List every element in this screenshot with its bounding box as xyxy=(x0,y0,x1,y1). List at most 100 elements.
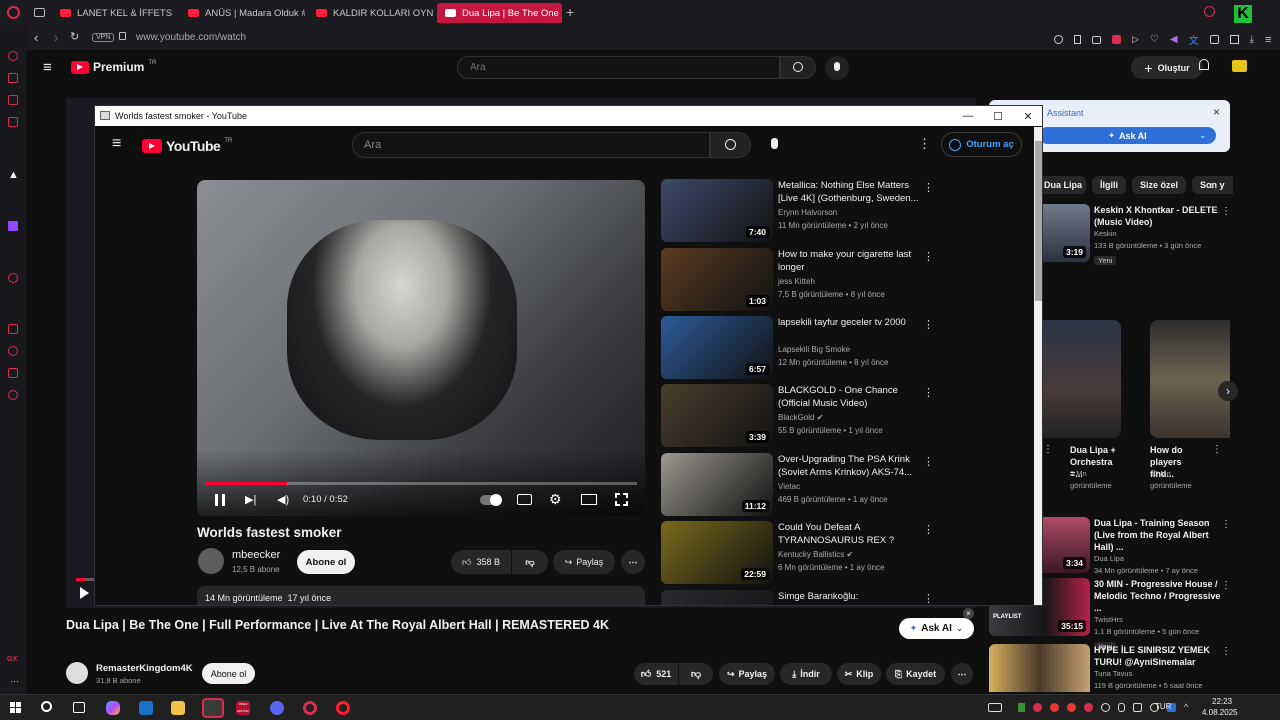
kebab-menu-icon[interactable]: ⋮ xyxy=(923,318,934,331)
file-explorer-icon[interactable] xyxy=(171,701,185,715)
close-button[interactable]: ✕ xyxy=(1013,106,1042,126)
sidebar-news-icon[interactable] xyxy=(8,117,18,127)
rec-item[interactable]: 6:57 lapsekili tayfur geceler tv 2000 Laps… xyxy=(661,316,951,380)
create-button[interactable]: + Oluştur xyxy=(1131,56,1203,79)
chip-dua-lipa[interactable]: Dua Lipa xyxy=(1040,176,1087,194)
tab-1[interactable]: LANET KEL & İFFETSİZ U xyxy=(52,3,172,23)
more-options-icon[interactable]: ⋮ xyxy=(918,136,931,152)
menu-icon[interactable]: ≡ xyxy=(1265,34,1271,46)
browser-logo-icon[interactable] xyxy=(7,6,20,19)
avatar[interactable] xyxy=(1232,60,1247,72)
chevron-up-icon[interactable]: ^ xyxy=(1184,702,1188,712)
more-actions-button[interactable]: ⋯ xyxy=(951,663,973,685)
sidebar-player-icon[interactable] xyxy=(8,273,18,283)
extension-icon[interactable] xyxy=(1209,35,1219,44)
pin-icon[interactable] xyxy=(1074,35,1081,44)
rec-item[interactable]: Simge Barankoğlu: ⋮ xyxy=(661,590,951,605)
kebab-menu-icon[interactable]: ⋮ xyxy=(1221,580,1231,591)
hamburger-menu-icon[interactable]: ≡ xyxy=(43,59,52,76)
next-icon[interactable]: ▶| xyxy=(245,493,256,506)
discord-icon[interactable] xyxy=(270,701,284,715)
sidebar-ai-icon[interactable]: ▲ xyxy=(8,169,19,181)
kebab-menu-icon[interactable]: ⋮ xyxy=(1212,444,1222,455)
sidebar-tool-icon[interactable] xyxy=(8,73,18,83)
kebab-menu-icon[interactable]: ⋮ xyxy=(923,455,934,468)
kebab-menu-icon[interactable]: ⋮ xyxy=(923,250,934,263)
outlook-icon[interactable] xyxy=(139,701,153,715)
tray-icon[interactable] xyxy=(1050,702,1059,712)
maximize-button[interactable]: ☐ xyxy=(983,106,1013,126)
sidebar-box-icon[interactable] xyxy=(8,368,18,378)
chip-related[interactable]: İlgili xyxy=(1092,176,1127,194)
rec-item[interactable]: 1:03 How to make your cigarette last long… xyxy=(661,248,951,312)
kebab-menu-icon[interactable]: ⋮ xyxy=(1221,519,1231,530)
download-icon[interactable]: ⤓ xyxy=(1250,34,1254,45)
list-item[interactable]: 3:34 Dua Lipa - Training Season (Live fr… xyxy=(1043,517,1233,575)
list-item[interactable]: HYPE İLE SINIRSIZ YEMEK TURU! @AyniSinem… xyxy=(989,644,1233,692)
like-button[interactable]: 👍︎ 521 xyxy=(634,663,678,685)
tray-icon[interactable] xyxy=(1067,702,1076,712)
opera-gx-icon[interactable] xyxy=(202,698,224,718)
forward-icon[interactable]: › xyxy=(54,30,58,45)
like-button[interactable]: 👍︎ 358 B xyxy=(451,550,511,574)
rec-item[interactable]: 22:59 Could You Defeat A TYRANNOSAURUS RE… xyxy=(661,521,951,585)
save-button[interactable]: ⎘ Kaydet xyxy=(886,663,945,685)
search-icon[interactable] xyxy=(1204,6,1215,17)
dislike-button[interactable]: 👎︎ xyxy=(512,550,548,574)
chevron-right-icon[interactable]: › xyxy=(1210,178,1214,192)
opera-red-icon[interactable] xyxy=(336,701,350,715)
scrollbar-thumb[interactable] xyxy=(1035,141,1042,301)
sound-icon[interactable]: ◀ xyxy=(1170,34,1178,45)
minimize-button[interactable]: — xyxy=(953,106,983,126)
channel-name[interactable]: RemasterKingdom4K xyxy=(96,663,193,674)
kebab-menu-icon[interactable]: ⋮ xyxy=(923,592,934,605)
progress-bar[interactable] xyxy=(205,482,637,485)
kebab-menu-icon[interactable]: ⋮ xyxy=(1221,646,1231,657)
kebab-menu-icon[interactable]: ⋮ xyxy=(1043,444,1053,455)
subscribe-button[interactable]: Abone ol xyxy=(202,663,255,684)
window-titlebar[interactable]: Worlds fastest smoker - YouTube — ☐ ✕ xyxy=(95,106,1042,126)
video-player[interactable]: ▶| ◀) 0:10 / 0:52 ⚙ xyxy=(197,180,645,516)
sidebar-mail-icon[interactable] xyxy=(8,95,18,105)
description-box[interactable]: 14 Mn görüntüleme 17 yıl önce xyxy=(197,586,645,605)
puzzle-icon[interactable] xyxy=(1229,35,1239,44)
language-indicator[interactable]: TUR xyxy=(1155,702,1171,711)
rec-item[interactable]: 7:40 Metallica: Nothing Else Matters [Liv… xyxy=(661,179,951,243)
close-icon[interactable]: × xyxy=(963,608,974,619)
list-item[interactable]: 3:19 Keskin X Khontkar - DELETE (Music V… xyxy=(1043,204,1233,265)
translate-icon[interactable]: 文 xyxy=(1189,32,1199,47)
kebab-menu-icon[interactable]: ⋮ xyxy=(923,523,934,536)
heart-icon[interactable]: ♡ xyxy=(1150,34,1159,45)
volume-icon[interactable]: ◀) xyxy=(277,493,289,506)
search-button[interactable] xyxy=(710,132,751,158)
extension-logo-icon[interactable]: K xyxy=(1234,5,1252,23)
video-editor-icon[interactable]: VIDEO EDITOR xyxy=(236,701,250,715)
search-icon[interactable] xyxy=(41,701,52,712)
sidebar-settings-icon[interactable] xyxy=(8,390,18,400)
share-button[interactable]: ↪ Paylaş xyxy=(719,663,775,685)
tray-icon[interactable] xyxy=(1133,702,1142,712)
kebab-menu-icon[interactable]: ⋮ xyxy=(923,386,934,399)
back-icon[interactable]: ‹ xyxy=(34,30,38,45)
dislike-button[interactable]: 👎︎ xyxy=(679,663,713,685)
fullscreen-icon[interactable] xyxy=(615,493,628,506)
search-button[interactable] xyxy=(780,56,816,79)
scrollbar[interactable] xyxy=(1034,127,1042,605)
ask-ai-button[interactable]: ✦ Ask AI ⌄ xyxy=(899,618,974,639)
assistant-ask-ai-button[interactable]: ✦ Ask AI ⌄ xyxy=(1039,127,1216,144)
channel-avatar[interactable] xyxy=(66,662,88,684)
tray-icon[interactable] xyxy=(1101,702,1110,712)
twitch-icon[interactable] xyxy=(8,221,18,231)
tab-3[interactable]: KALDIR KOLLARI OYNAYA xyxy=(308,3,433,23)
rec-item[interactable]: 3:39 BLACKGOLD - One Chance (Official Mus… xyxy=(661,384,951,448)
autoplay-toggle[interactable] xyxy=(480,494,502,506)
kebab-menu-icon[interactable]: ⋮ xyxy=(923,181,934,194)
clock-time[interactable]: 22:23 xyxy=(1212,697,1232,706)
voice-search-button[interactable] xyxy=(825,56,849,80)
clip-button[interactable]: ✂ Klip xyxy=(837,663,881,685)
new-tab-button[interactable]: + xyxy=(566,4,574,20)
tray-icon[interactable] xyxy=(1084,702,1093,712)
channel-avatar[interactable] xyxy=(198,548,224,574)
sidebar-more-icon[interactable]: ⋯ xyxy=(10,676,19,687)
play-icon[interactable]: ▷ xyxy=(1132,34,1139,45)
